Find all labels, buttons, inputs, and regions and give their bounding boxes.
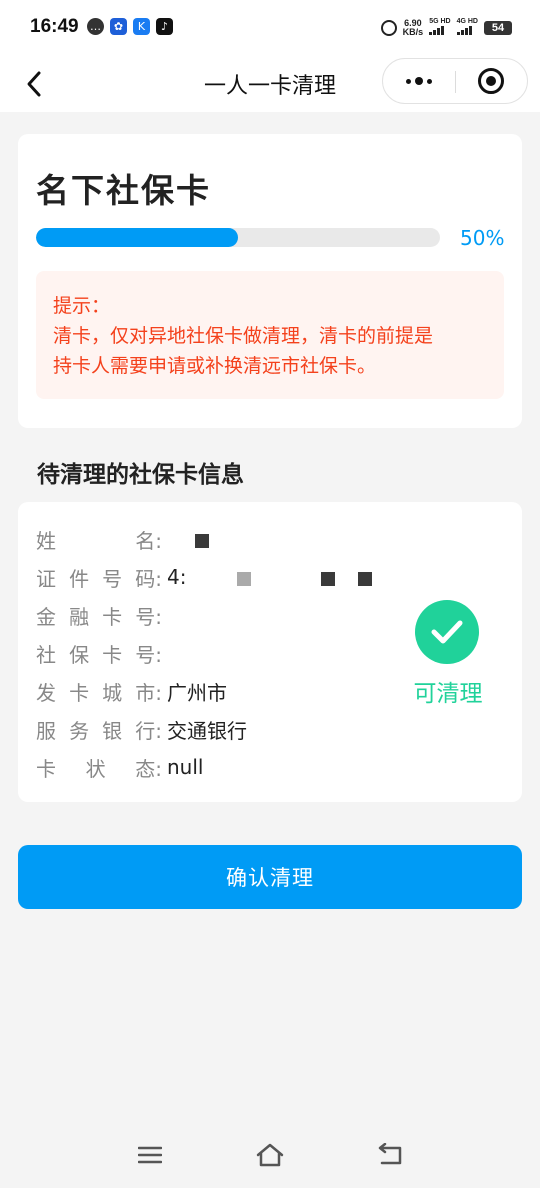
notice-box: 提示： 清卡，仅对异地社保卡做清理，清卡的前提是 持卡人需要申请或补换清远市社保… <box>36 271 504 399</box>
notification-icons: … ✿ K ♪ <box>87 18 173 35</box>
system-nav-bar <box>0 1125 540 1188</box>
info-row-card-status: 卡 状 态: null <box>36 752 203 782</box>
signal-bars-icon <box>456 26 472 35</box>
sim1-signal: 5G HD <box>429 18 451 38</box>
value-text: 4: <box>167 565 187 589</box>
signal-bars-icon <box>429 26 445 35</box>
label-char: 发 <box>36 680 56 705</box>
label-char: 卡 <box>102 642 123 667</box>
menu-icon <box>138 1146 162 1164</box>
label-char: 社 <box>36 642 56 667</box>
redaction-mask <box>321 571 336 586</box>
progress-label: 50% <box>460 226 505 250</box>
label-char: 状 <box>85 756 106 781</box>
info-label: 发 卡 城 市: <box>36 677 164 706</box>
more-dot-icon <box>406 78 411 84</box>
confirm-clear-button[interactable]: 确认清理 <box>18 845 522 909</box>
info-row-name: 姓 名: <box>36 524 209 554</box>
label-char: 保 <box>69 642 90 667</box>
progress-fill <box>36 228 238 247</box>
label-char: 号: <box>135 642 162 667</box>
info-label: 证 件 号 码: <box>36 563 164 592</box>
info-label: 卡 状 态: <box>36 753 164 782</box>
info-row-bank-card: 金 融 卡 号: <box>36 600 167 630</box>
sim2-signal: 4G HD <box>456 18 478 38</box>
info-label: 姓 名: <box>36 525 164 554</box>
status-right: 6.90 KB/s 5G HD 4G HD 54 <box>380 18 512 38</box>
info-row-social-card: 社 保 卡 号: <box>36 638 167 668</box>
more-button[interactable] <box>383 59 455 103</box>
label-char: 城 <box>102 680 123 705</box>
label-char: 服 <box>36 718 56 743</box>
label-char: 码: <box>135 566 162 591</box>
notice-line: 清卡，仅对异地社保卡做清理，清卡的前提是 <box>53 325 434 347</box>
status-time: 16:49 <box>30 16 79 37</box>
info-label: 金 融 卡 号: <box>36 601 164 630</box>
label-char: 卡 <box>102 604 123 629</box>
alarm-icon <box>380 20 397 36</box>
back-system-button[interactable] <box>370 1139 410 1171</box>
card-info: 姓 名: 证 件 号 码: 4: 金 融 卡 号: 社 保 卡 号: 发 卡 城… <box>18 502 522 802</box>
target-circle-icon <box>478 68 504 94</box>
return-icon <box>378 1143 402 1165</box>
home-icon <box>256 1143 284 1167</box>
more-dot-icon <box>415 77 423 85</box>
info-row-issuing-city: 发 卡 城 市: 广州市 <box>36 676 227 706</box>
home-button[interactable] <box>250 1139 290 1171</box>
section-title: 待清理的社保卡信息 <box>37 462 244 488</box>
network-speed-unit: KB/s <box>402 27 424 37</box>
baidu-paw-icon: ✿ <box>110 18 127 35</box>
info-value: 交通银行 <box>167 718 247 743</box>
card-title: 名下社保卡 <box>36 171 211 210</box>
redaction-mask <box>195 533 209 548</box>
label-char: 融 <box>69 604 90 629</box>
info-value: null <box>167 755 204 779</box>
label-char: 银 <box>102 718 123 743</box>
label-char: 行: <box>135 718 162 743</box>
label-char: 姓 <box>36 528 56 553</box>
menu-button[interactable] <box>130 1139 170 1171</box>
sim1-label: 5G HD <box>429 18 451 25</box>
redaction-mask <box>236 571 251 586</box>
label-char: 市: <box>135 680 162 705</box>
info-row-service-bank: 服 务 银 行: 交通银行 <box>36 714 247 744</box>
status-bar: 16:49 … ✿ K ♪ 6.90 KB/s 5G HD 4G HD 54 <box>0 0 540 56</box>
notice-title: 提示： <box>53 295 111 317</box>
label-char: 号: <box>135 604 162 629</box>
progress-bar <box>36 228 440 247</box>
redaction-mask <box>357 571 372 586</box>
label-char: 金 <box>36 604 56 629</box>
battery-icon: 54 <box>484 21 512 35</box>
label-char: 号 <box>102 566 123 591</box>
label-char: 务 <box>69 718 90 743</box>
kuake-k-icon: K <box>133 18 150 35</box>
label-char: 卡 <box>69 680 90 705</box>
info-label: 社 保 卡 号: <box>36 639 164 668</box>
info-row-id-number: 证 件 号 码: 4: <box>36 562 372 592</box>
card-summary: 名下社保卡 50% 提示： 清卡，仅对异地社保卡做清理，清卡的前提是 持卡人需要… <box>18 134 522 428</box>
sim2-label: 4G HD <box>456 18 478 25</box>
close-miniprogram-button[interactable] <box>455 59 527 103</box>
label-char: 卡 <box>36 756 56 781</box>
check-circle-icon <box>415 600 479 664</box>
miniprogram-capsule <box>382 58 528 104</box>
label-char: 态: <box>135 756 162 781</box>
status-text: 可清理 <box>413 681 483 707</box>
network-speed: 6.90 KB/s <box>403 19 424 37</box>
label-char: 证 <box>36 566 56 591</box>
info-value: 4: <box>164 565 372 589</box>
notice-line: 持卡人需要申请或补换清远市社保卡。 <box>53 355 377 377</box>
info-label: 服 务 银 行: <box>36 715 164 744</box>
info-value <box>164 527 209 551</box>
more-dot-icon <box>427 78 432 84</box>
nav-bar: 一人一卡清理 <box>0 56 540 112</box>
label-char: 件 <box>69 566 90 591</box>
info-value: 广州市 <box>167 680 227 705</box>
tiktok-icon: ♪ <box>156 18 173 35</box>
message-icon: … <box>87 18 104 35</box>
label-char: 名: <box>135 528 162 553</box>
